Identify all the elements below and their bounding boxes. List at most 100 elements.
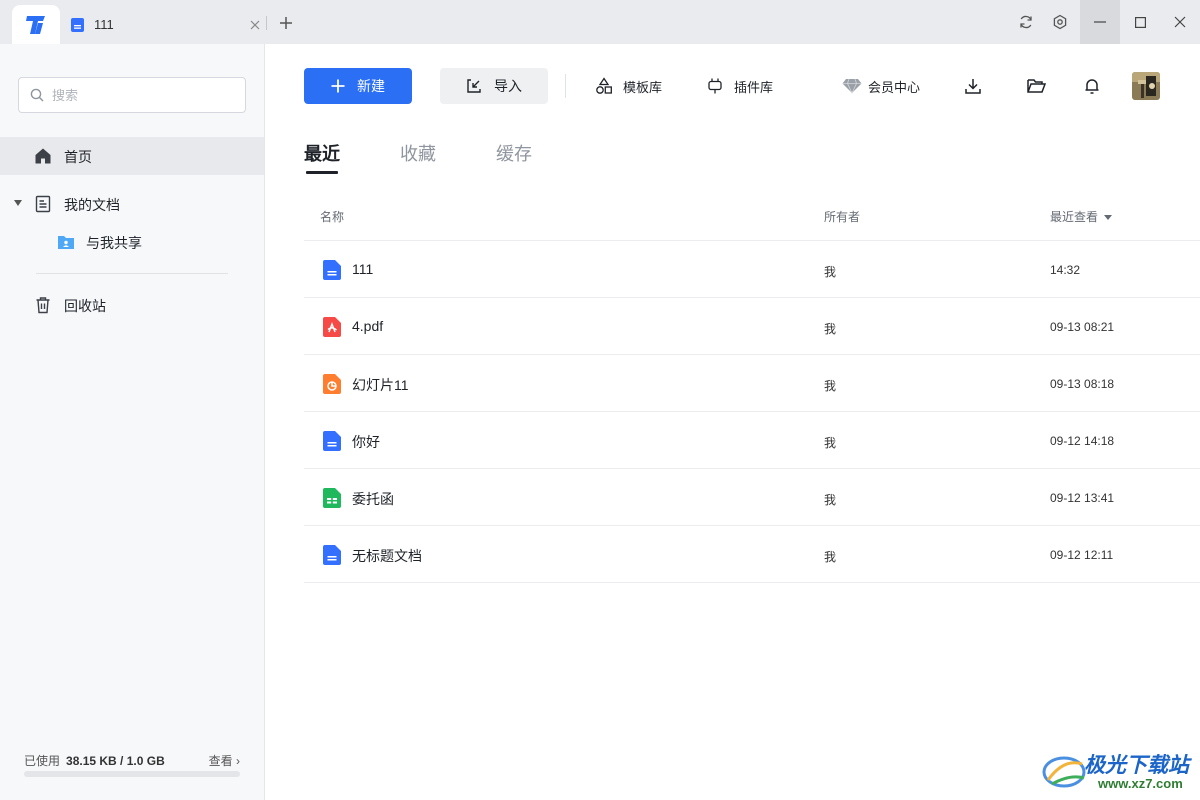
minimize-button[interactable] (1080, 0, 1120, 44)
document-icon (323, 545, 341, 565)
sidebar: 首页 我的文档 与我共享 回收站 已使用 38.15 KB / 1.0 GB 查看… (0, 44, 265, 800)
download-icon (965, 79, 981, 94)
shared-folder-icon (58, 236, 74, 249)
column-header-owner: 所有者 (824, 210, 861, 224)
title-bar: 111 (0, 0, 1200, 44)
sidebar-item-home[interactable]: 首页 (0, 137, 264, 175)
folder-icon (1026, 79, 1046, 93)
document-icon (323, 260, 341, 280)
file-name: 你好 (352, 434, 380, 450)
file-last-viewed: 09-12 13:41 (1050, 491, 1115, 505)
document-icon (323, 431, 341, 451)
tab-favorites[interactable]: 收藏 (400, 140, 436, 166)
shapes-icon (596, 77, 612, 94)
file-name: 幻灯片11 (352, 377, 409, 393)
search-input[interactable] (52, 87, 232, 103)
sort-down-icon (1104, 215, 1113, 221)
file-last-viewed: 09-13 08:21 (1050, 320, 1115, 334)
file-owner: 我 (824, 265, 837, 279)
storage-used-label: 已使用 (24, 754, 61, 768)
table-row[interactable]: 幻灯片11 我 09-13 08:18 (304, 355, 1200, 412)
sidebar-item-label: 首页 (64, 149, 92, 165)
toolbar-separator (565, 74, 566, 98)
storage-progress-bar (24, 771, 240, 777)
app-logo-icon (26, 15, 45, 34)
storage-used-value: 38.15 KB / 1.0 GB (66, 754, 165, 768)
close-icon (250, 20, 260, 29)
watermark-url: www.xz7.com (1098, 776, 1183, 791)
sidebar-item-label: 与我共享 (86, 235, 142, 251)
file-last-viewed: 09-12 12:11 (1050, 548, 1114, 562)
close-window-button[interactable] (1160, 0, 1200, 44)
file-name: 4.pdf (352, 318, 384, 334)
file-owner: 我 (824, 550, 837, 564)
trash-icon (36, 297, 50, 314)
table-row[interactable]: 4.pdf 我 09-13 08:21 (304, 298, 1200, 355)
file-last-viewed: 09-12 14:18 (1050, 434, 1115, 448)
settings-button[interactable] (1040, 0, 1080, 44)
storage-view-link[interactable]: 查看 › (209, 752, 240, 769)
new-button[interactable]: 新建 (304, 68, 412, 104)
sidebar-item-shared-with-me[interactable]: 与我共享 (0, 223, 264, 261)
presentation-icon (323, 374, 341, 394)
notifications-button[interactable] (1080, 74, 1104, 98)
diamond-icon (842, 78, 862, 94)
tab-recent[interactable]: 最近 (304, 140, 340, 166)
storage-usage: 已使用 38.15 KB / 1.0 GB 查看 › (24, 752, 240, 769)
sync-icon (1020, 15, 1032, 29)
table-divider (304, 582, 1200, 583)
search-box[interactable] (18, 77, 246, 113)
minimize-icon (1094, 21, 1106, 23)
collapse-caret-icon[interactable] (14, 200, 22, 206)
column-header-last-viewed[interactable]: 最近查看 (1050, 208, 1113, 225)
document-icon (71, 17, 84, 32)
sidebar-divider (36, 273, 228, 274)
templates-button[interactable]: 模板库 (595, 74, 662, 98)
plugin-icon (708, 78, 722, 94)
table-row[interactable]: 无标题文档 我 09-12 12:11 (304, 526, 1200, 583)
maximize-icon (1134, 16, 1146, 28)
sidebar-item-label: 回收站 (64, 298, 106, 314)
tab-close-button[interactable] (244, 14, 266, 36)
import-button-label: 导入 (494, 78, 522, 94)
pdf-icon (323, 317, 341, 337)
download-button[interactable] (961, 74, 985, 98)
app-logo[interactable] (12, 5, 60, 44)
active-tab-indicator (306, 171, 338, 174)
file-last-viewed: 14:32 (1050, 263, 1081, 277)
search-icon (30, 88, 44, 102)
templates-label: 模板库 (623, 79, 663, 95)
import-button[interactable]: 导入 (440, 68, 548, 104)
sidebar-item-trash[interactable]: 回收站 (0, 286, 264, 324)
file-owner: 我 (824, 436, 837, 450)
document-outline-icon (35, 195, 51, 213)
plus-icon (331, 79, 345, 93)
tab-document[interactable]: 111 (62, 5, 268, 44)
watermark-title: 极光下载站 (1084, 754, 1189, 777)
plugins-button[interactable]: 插件库 (706, 74, 773, 98)
spreadsheet-icon (323, 488, 341, 508)
table-row[interactable]: 你好 我 09-12 14:18 (304, 412, 1200, 469)
table-row[interactable]: 111 我 14:32 (304, 241, 1200, 298)
file-owner: 我 (824, 379, 837, 393)
maximize-button[interactable] (1120, 0, 1160, 44)
column-header-last-viewed-label: 最近查看 (1050, 210, 1099, 224)
new-button-label: 新建 (357, 78, 385, 94)
file-name: 委托函 (352, 491, 394, 507)
open-folder-button[interactable] (1024, 74, 1048, 98)
member-center-button[interactable]: 会员中心 (842, 74, 920, 98)
gear-icon (1053, 14, 1067, 30)
member-center-label: 会员中心 (868, 79, 921, 95)
user-avatar[interactable] (1132, 72, 1160, 100)
tab-title: 111 (94, 17, 114, 32)
tab-cache[interactable]: 缓存 (496, 140, 532, 166)
column-header-name: 名称 (320, 210, 345, 224)
plus-icon (280, 17, 292, 29)
avatar-image (1132, 72, 1160, 100)
close-icon (1174, 16, 1186, 28)
file-name: 无标题文档 (352, 548, 422, 564)
table-row[interactable]: 委托函 我 09-12 13:41 (304, 469, 1200, 526)
file-owner: 我 (824, 322, 837, 336)
new-tab-button[interactable] (274, 11, 298, 35)
sidebar-item-my-documents[interactable]: 我的文档 (0, 185, 264, 223)
